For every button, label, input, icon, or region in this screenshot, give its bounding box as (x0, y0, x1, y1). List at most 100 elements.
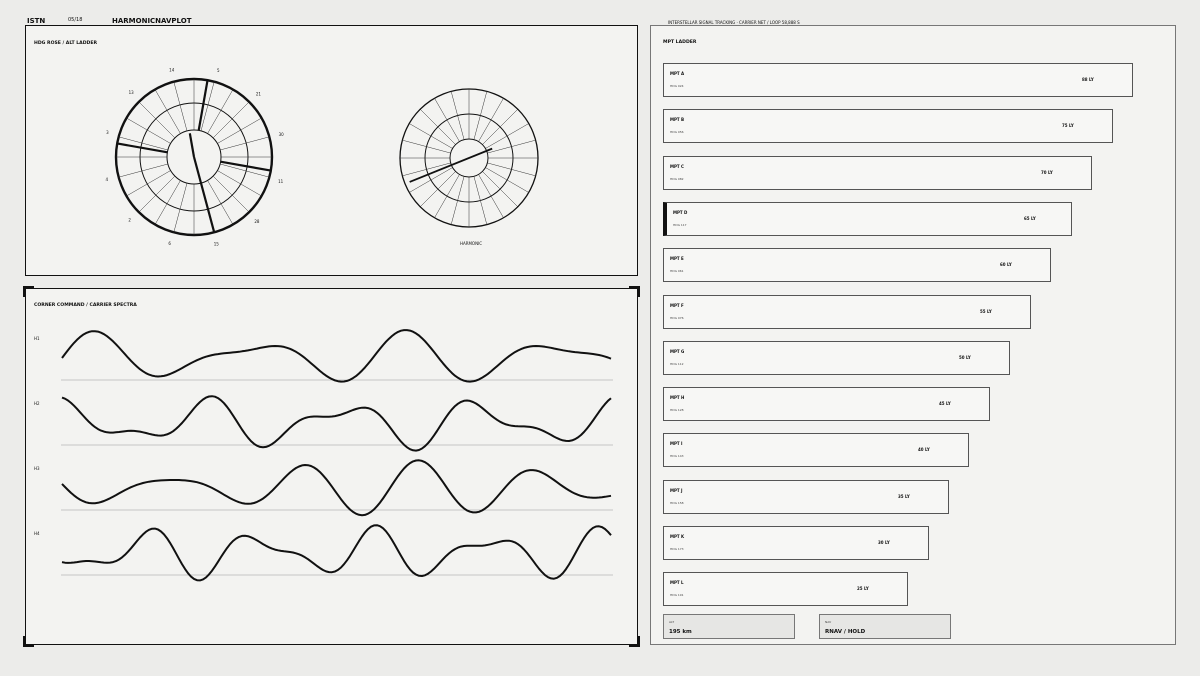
rose-spoke (126, 117, 171, 144)
nav-mode-value: RNAV / HOLD (825, 629, 866, 635)
mpt-heading-code: HDG 191 (670, 593, 684, 598)
mpt-distance: 25 LY (857, 586, 869, 592)
dial-spoke (473, 91, 488, 140)
dial-spoke (473, 176, 488, 225)
rose-spoke (138, 101, 176, 139)
dial-spoke (478, 174, 504, 218)
dial-caption: HARMONIC (460, 241, 482, 246)
heading-rose-graphic[interactable]: 14 5 21 30 11 28 15 6 2 4 3 13 HARMONIC (26, 26, 639, 277)
mpt-name: MPT D (673, 209, 688, 215)
mpt-row[interactable]: MPT F HDG 076 55 LY (663, 294, 1031, 329)
mpt-distance: 65 LY (1024, 215, 1036, 221)
mpt-row[interactable]: MPT K HDG 173 30 LY (663, 526, 929, 560)
top-bar: ISTN 05/18 HARMONICNAVPLOT (0, 0, 640, 25)
spectra-waveform (61, 524, 612, 582)
rose-spoke (212, 175, 250, 213)
spectra-waveform (61, 459, 612, 517)
rose-spoke (212, 101, 250, 139)
dial-spoke (402, 162, 451, 177)
rose-tick-label: 4 (106, 177, 109, 182)
mpt-heading-code: HDG 143 (670, 454, 684, 459)
mpt-heading-code: HDG 024 (670, 84, 684, 88)
mpt-heading-code: HDG 128 (670, 408, 684, 413)
mpt-distance: 88 LY (1082, 77, 1094, 82)
carrier-spectra-panel: CORNER COMMAND / CARRIER SPECTRA H1 H2 H3 H… (23, 286, 640, 647)
mpt-distance: 40 LY (918, 447, 930, 453)
rose-spoke (207, 89, 234, 134)
mpt-distance: 30 LY (878, 540, 890, 545)
rose-tick-label: 5 (217, 68, 220, 73)
mpt-row[interactable]: MPT I HDG 143 40 LY (663, 433, 969, 468)
mpt-distance: 45 LY (939, 401, 951, 407)
mpt-distance: 35 LY (898, 493, 910, 499)
mpt-name: MPT J (670, 487, 683, 493)
altitude-key: ALT (669, 620, 675, 624)
dial-spoke (434, 174, 460, 218)
corner-bracket (23, 286, 34, 297)
mpt-heading-code: HDG 082 (670, 176, 684, 181)
spectra-waveform (61, 395, 612, 452)
dial-spoke (420, 109, 456, 145)
mpt-name: MPT H (670, 395, 685, 401)
mpt-heading-code: HDG 076 (670, 315, 684, 320)
mpt-row[interactable]: MPT C HDG 082 70 LY (663, 155, 1092, 190)
mpt-row[interactable]: MPT D HDG 117 65 LY (663, 201, 1072, 236)
rose-tick-label: 6 (168, 241, 171, 246)
mpt-heading-code: HDG 173 (670, 547, 684, 551)
mpt-name: MPT K (670, 534, 685, 539)
dial-spoke (478, 98, 504, 142)
mpt-row[interactable]: MPT A HDG 024 88 LY (663, 63, 1133, 97)
dial-spoke (434, 98, 460, 142)
rose-spoke (154, 89, 181, 134)
rose-heading-mark (188, 133, 196, 158)
corner-bracket (629, 286, 640, 297)
mpt-heading-code: HDG 061 (670, 269, 684, 274)
spectra-row-label: H2 (34, 401, 40, 406)
dial-spoke (450, 176, 465, 225)
dial-spoke (402, 139, 451, 154)
mpt-distance: 70 LY (1041, 169, 1053, 175)
mpt-ladder-panel: MPT LADDER MPT A HDG 024 88 LY MPT B HDG 056… (650, 25, 1176, 645)
mpt-heading-code: HDG 112 (670, 361, 684, 366)
mpt-name: MPT A (670, 71, 685, 76)
rose-tick-label: 15 (214, 242, 220, 247)
mpt-row[interactable]: MPT L HDG 191 25 LY (663, 572, 908, 607)
mpt-row[interactable]: MPT J HDG 158 35 LY (663, 479, 949, 514)
dial-spoke (487, 139, 536, 154)
rose-tick-label: 28 (254, 219, 260, 224)
mpt-heading-code: HDG 117 (673, 222, 687, 227)
mpt-name: MPT L (670, 580, 684, 586)
rose-tick-label: 13 (129, 90, 135, 95)
mpt-name: MPT E (670, 256, 684, 262)
mpt-name: MPT F (670, 302, 684, 308)
dial-spoke (482, 109, 518, 145)
mpt-distance: 60 LY (1000, 262, 1012, 268)
dial-spoke (482, 171, 518, 207)
mpt-distance: 75 LY (1062, 123, 1074, 129)
rose-tick-label: 30 (279, 132, 285, 137)
mpt-distance: 55 LY (980, 308, 992, 314)
mpt-row[interactable]: MPT H HDG 128 45 LY (663, 387, 990, 422)
rose-tick-label: 2 (128, 217, 131, 222)
dial-spoke (485, 167, 529, 193)
mpt-heading-code: HDG 158 (670, 500, 684, 505)
altitude-value: 195 km (669, 629, 692, 635)
rose-tick-label: 14 (169, 67, 175, 72)
spectra-row-label: H4 (34, 531, 40, 536)
corner-bracket (629, 636, 640, 647)
rose-heading-mark (192, 156, 216, 233)
rose-spoke (154, 180, 181, 225)
mpt-row[interactable]: MPT E HDG 061 60 LY (663, 248, 1051, 283)
mpt-name: MPT C (670, 163, 684, 169)
mpt-name: MPT G (670, 348, 685, 354)
mpt-name: MPT B (670, 117, 685, 123)
page-counter: 05/18 (68, 17, 83, 23)
mpt-name: MPT I (670, 441, 683, 447)
mpt-row[interactable]: MPT B HDG 056 75 LY (663, 109, 1113, 144)
spectra-row-label: H3 (34, 466, 40, 471)
brand-label: ISTN (27, 17, 46, 25)
dial-spoke (485, 123, 529, 149)
rose-spoke (217, 170, 262, 197)
mpt-row[interactable]: MPT G HDG 112 50 LY (663, 340, 1010, 375)
altitude-readout: ALT 195 km (663, 614, 795, 639)
